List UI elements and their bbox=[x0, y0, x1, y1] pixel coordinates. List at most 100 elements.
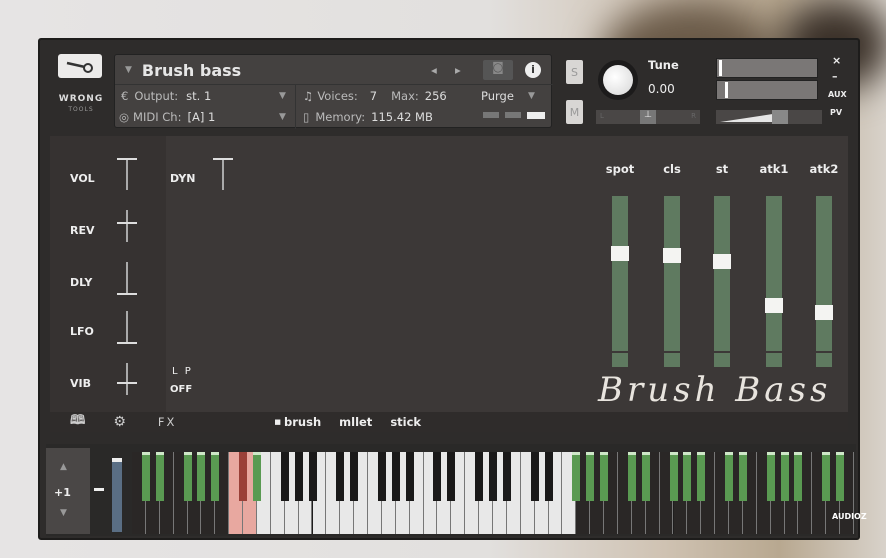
pitch-minus-icon[interactable] bbox=[94, 488, 104, 491]
octave-down-icon[interactable]: ▼ bbox=[60, 508, 67, 518]
next-instrument-icon[interactable]: ▸ bbox=[455, 63, 461, 77]
keyswitch-key[interactable] bbox=[766, 452, 775, 501]
black-key[interactable] bbox=[239, 452, 248, 501]
fx-slider-track[interactable] bbox=[126, 262, 128, 294]
fx-slider-handle[interactable] bbox=[117, 158, 137, 160]
purge-dropdown-icon[interactable]: ▼ bbox=[528, 91, 535, 101]
fx-slider-handle[interactable] bbox=[117, 222, 137, 225]
fx-slider-track[interactable] bbox=[126, 363, 128, 395]
mixer-slider-handle[interactable] bbox=[713, 254, 731, 270]
purge-menu[interactable]: Purge bbox=[481, 89, 514, 103]
output-dropdown-icon[interactable]: ▼ bbox=[279, 91, 286, 101]
keyswitch-key[interactable] bbox=[725, 452, 734, 501]
prev-instrument-icon[interactable]: ◂ bbox=[431, 63, 437, 77]
keyswitch-key[interactable] bbox=[669, 452, 678, 501]
mixer-slider-handle[interactable] bbox=[663, 247, 681, 263]
keyswitch-key[interactable] bbox=[641, 452, 650, 501]
camera-icon[interactable]: ◙ bbox=[483, 60, 513, 80]
fx-slider-track[interactable] bbox=[126, 210, 128, 242]
black-key[interactable] bbox=[405, 452, 414, 501]
piano-keyboard[interactable] bbox=[132, 452, 854, 534]
keyswitch-key[interactable] bbox=[252, 452, 261, 501]
black-key[interactable] bbox=[377, 452, 386, 501]
main-area: DYN L P OFF Brush Bass VOL REV DLY LFO VIB sp… bbox=[50, 136, 848, 412]
dyn-slider-track[interactable] bbox=[222, 158, 224, 190]
fx-tab[interactable]: FX bbox=[158, 415, 177, 429]
keyswitch-key[interactable] bbox=[141, 452, 150, 501]
close-button[interactable]: × bbox=[832, 54, 841, 67]
solo-button[interactable]: S bbox=[566, 60, 583, 84]
black-key[interactable] bbox=[530, 452, 539, 501]
fx-slider-handle[interactable] bbox=[117, 293, 137, 295]
pan-slider[interactable]: L ⊥ R bbox=[596, 110, 700, 124]
tune-knob[interactable] bbox=[598, 60, 638, 100]
mixer-slider-base bbox=[714, 353, 730, 367]
keyswitch-key[interactable] bbox=[211, 452, 220, 501]
volume-handle[interactable] bbox=[772, 110, 788, 124]
black-key[interactable] bbox=[308, 452, 317, 501]
mixer-slider-handle[interactable] bbox=[611, 246, 629, 262]
keyswitch-key[interactable] bbox=[794, 452, 803, 501]
keyswitch-key[interactable] bbox=[197, 452, 206, 501]
aux-button[interactable]: AUX bbox=[828, 90, 847, 99]
black-key[interactable] bbox=[502, 452, 511, 501]
black-key[interactable] bbox=[280, 452, 289, 501]
keyswitch-key[interactable] bbox=[600, 452, 609, 501]
black-key[interactable] bbox=[447, 452, 456, 501]
black-key[interactable] bbox=[475, 452, 484, 501]
instrument-menu-chevron-icon[interactable]: ▼ bbox=[125, 65, 132, 75]
tune-value[interactable]: 0.00 bbox=[648, 82, 675, 96]
book-icon[interactable]: 🕮 bbox=[70, 411, 85, 433]
fx-slider-track[interactable] bbox=[126, 311, 128, 343]
black-key[interactable] bbox=[336, 452, 345, 501]
minimize-button[interactable]: – bbox=[832, 70, 838, 83]
gear-icon[interactable]: ⚙ bbox=[113, 414, 126, 430]
articulation-mllet[interactable]: mllet bbox=[339, 415, 372, 429]
black-key[interactable] bbox=[391, 452, 400, 501]
black-key[interactable] bbox=[294, 452, 303, 501]
dyn-slider-handle[interactable] bbox=[213, 158, 233, 160]
mute-button[interactable]: M bbox=[566, 100, 583, 124]
keyswitch-key[interactable] bbox=[683, 452, 692, 501]
fx-slider-handle[interactable] bbox=[117, 342, 137, 344]
pan-handle[interactable]: ⊥ bbox=[640, 110, 656, 124]
articulation-brush[interactable]: brush bbox=[284, 415, 321, 429]
midi-dropdown-icon[interactable]: ▼ bbox=[279, 112, 286, 122]
lp-value[interactable]: OFF bbox=[170, 384, 192, 395]
keyswitch-key[interactable] bbox=[586, 452, 595, 501]
keyswitch-key[interactable] bbox=[822, 452, 831, 501]
fx-slider-handle[interactable] bbox=[117, 381, 137, 384]
output-value[interactable]: st. 1 bbox=[186, 89, 211, 103]
articulation-stick[interactable]: stick bbox=[390, 415, 421, 429]
octave-up-icon[interactable]: ▲ bbox=[60, 462, 67, 472]
black-key[interactable] bbox=[489, 452, 497, 501]
keyswitch-key[interactable] bbox=[627, 452, 636, 501]
keyswitch-key[interactable] bbox=[155, 452, 164, 501]
fx-slider-track[interactable] bbox=[126, 158, 128, 190]
keyswitch-key[interactable] bbox=[738, 452, 747, 501]
keyswitch-key[interactable] bbox=[780, 452, 789, 501]
mod-wheel[interactable] bbox=[112, 458, 122, 532]
voices-value: 7 bbox=[369, 89, 378, 103]
mixer-slider-handle[interactable] bbox=[765, 297, 783, 313]
keyswitch-key[interactable] bbox=[572, 452, 581, 501]
black-key[interactable] bbox=[544, 452, 553, 501]
mixer-slider-spot[interactable] bbox=[611, 196, 629, 351]
instrument-name[interactable]: Brush bass bbox=[142, 61, 241, 80]
mixer-slider-atk1[interactable] bbox=[765, 196, 783, 351]
keyswitch-key[interactable] bbox=[836, 452, 845, 501]
keyswitch-key[interactable] bbox=[183, 452, 192, 501]
mixer-slider-st[interactable] bbox=[713, 196, 731, 351]
mixer-slider-handle[interactable] bbox=[815, 305, 833, 321]
info-icon[interactable]: i bbox=[525, 62, 541, 78]
midi-value[interactable]: [A] 1 bbox=[187, 110, 215, 124]
keyswitch-key[interactable] bbox=[697, 452, 706, 501]
wrench-icon[interactable] bbox=[58, 54, 102, 78]
pv-button[interactable]: PV bbox=[830, 108, 842, 117]
mixer-slider-cls[interactable] bbox=[663, 196, 681, 351]
black-key[interactable] bbox=[433, 452, 442, 501]
black-key[interactable] bbox=[350, 452, 359, 501]
max-voices-value[interactable]: 256 bbox=[425, 89, 447, 103]
mixer-slider-atk2[interactable] bbox=[815, 196, 833, 351]
volume-slider[interactable] bbox=[716, 110, 822, 124]
